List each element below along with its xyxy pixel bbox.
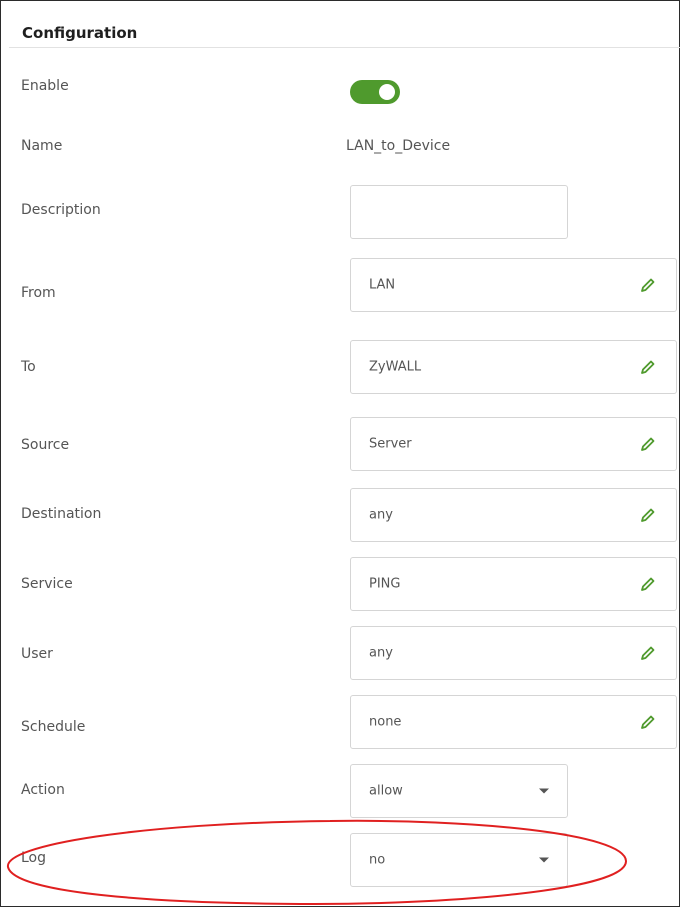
schedule-field[interactable]: none <box>350 695 677 749</box>
section-title: Configuration <box>22 24 138 42</box>
to-value: ZyWALL <box>369 359 422 375</box>
action-select[interactable]: allow <box>350 764 568 818</box>
edit-icon[interactable] <box>640 576 656 592</box>
enable-toggle[interactable] <box>350 80 400 104</box>
configuration-panel: Configuration Enable Name LAN_to_Device … <box>0 0 680 907</box>
edit-icon[interactable] <box>640 507 656 523</box>
log-value: no <box>369 852 386 868</box>
from-label: From <box>21 285 56 301</box>
to-label: To <box>21 359 36 375</box>
name-value: LAN_to_Device <box>346 138 451 154</box>
edit-icon[interactable] <box>640 436 656 452</box>
action-label: Action <box>21 782 65 798</box>
name-label: Name <box>21 138 63 154</box>
service-value: PING <box>369 576 401 592</box>
toggle-knob <box>379 84 395 100</box>
to-field[interactable]: ZyWALL <box>350 340 677 394</box>
description-input[interactable] <box>350 185 568 239</box>
enable-label: Enable <box>21 78 69 94</box>
schedule-value: none <box>369 714 402 730</box>
description-label: Description <box>21 202 101 218</box>
destination-label: Destination <box>21 506 102 522</box>
user-field[interactable]: any <box>350 626 677 680</box>
log-label: Log <box>21 850 47 866</box>
service-label: Service <box>21 576 73 592</box>
source-label: Source <box>21 437 70 453</box>
edit-icon[interactable] <box>640 645 656 661</box>
user-value: any <box>369 645 393 661</box>
destination-value: any <box>369 507 393 523</box>
log-select[interactable]: no <box>350 833 568 887</box>
from-field[interactable]: LAN <box>350 258 677 312</box>
destination-field[interactable]: any <box>350 488 677 542</box>
edit-icon[interactable] <box>640 714 656 730</box>
section-divider <box>9 47 680 48</box>
user-label: User <box>21 646 53 662</box>
action-value: allow <box>369 783 403 799</box>
source-value: Server <box>369 436 412 452</box>
edit-icon[interactable] <box>640 277 656 293</box>
chevron-down-icon[interactable] <box>539 788 549 794</box>
from-value: LAN <box>369 277 396 293</box>
schedule-label: Schedule <box>21 719 86 735</box>
source-field[interactable]: Server <box>350 417 677 471</box>
edit-icon[interactable] <box>640 359 656 375</box>
service-field[interactable]: PING <box>350 557 677 611</box>
chevron-down-icon[interactable] <box>539 857 549 863</box>
